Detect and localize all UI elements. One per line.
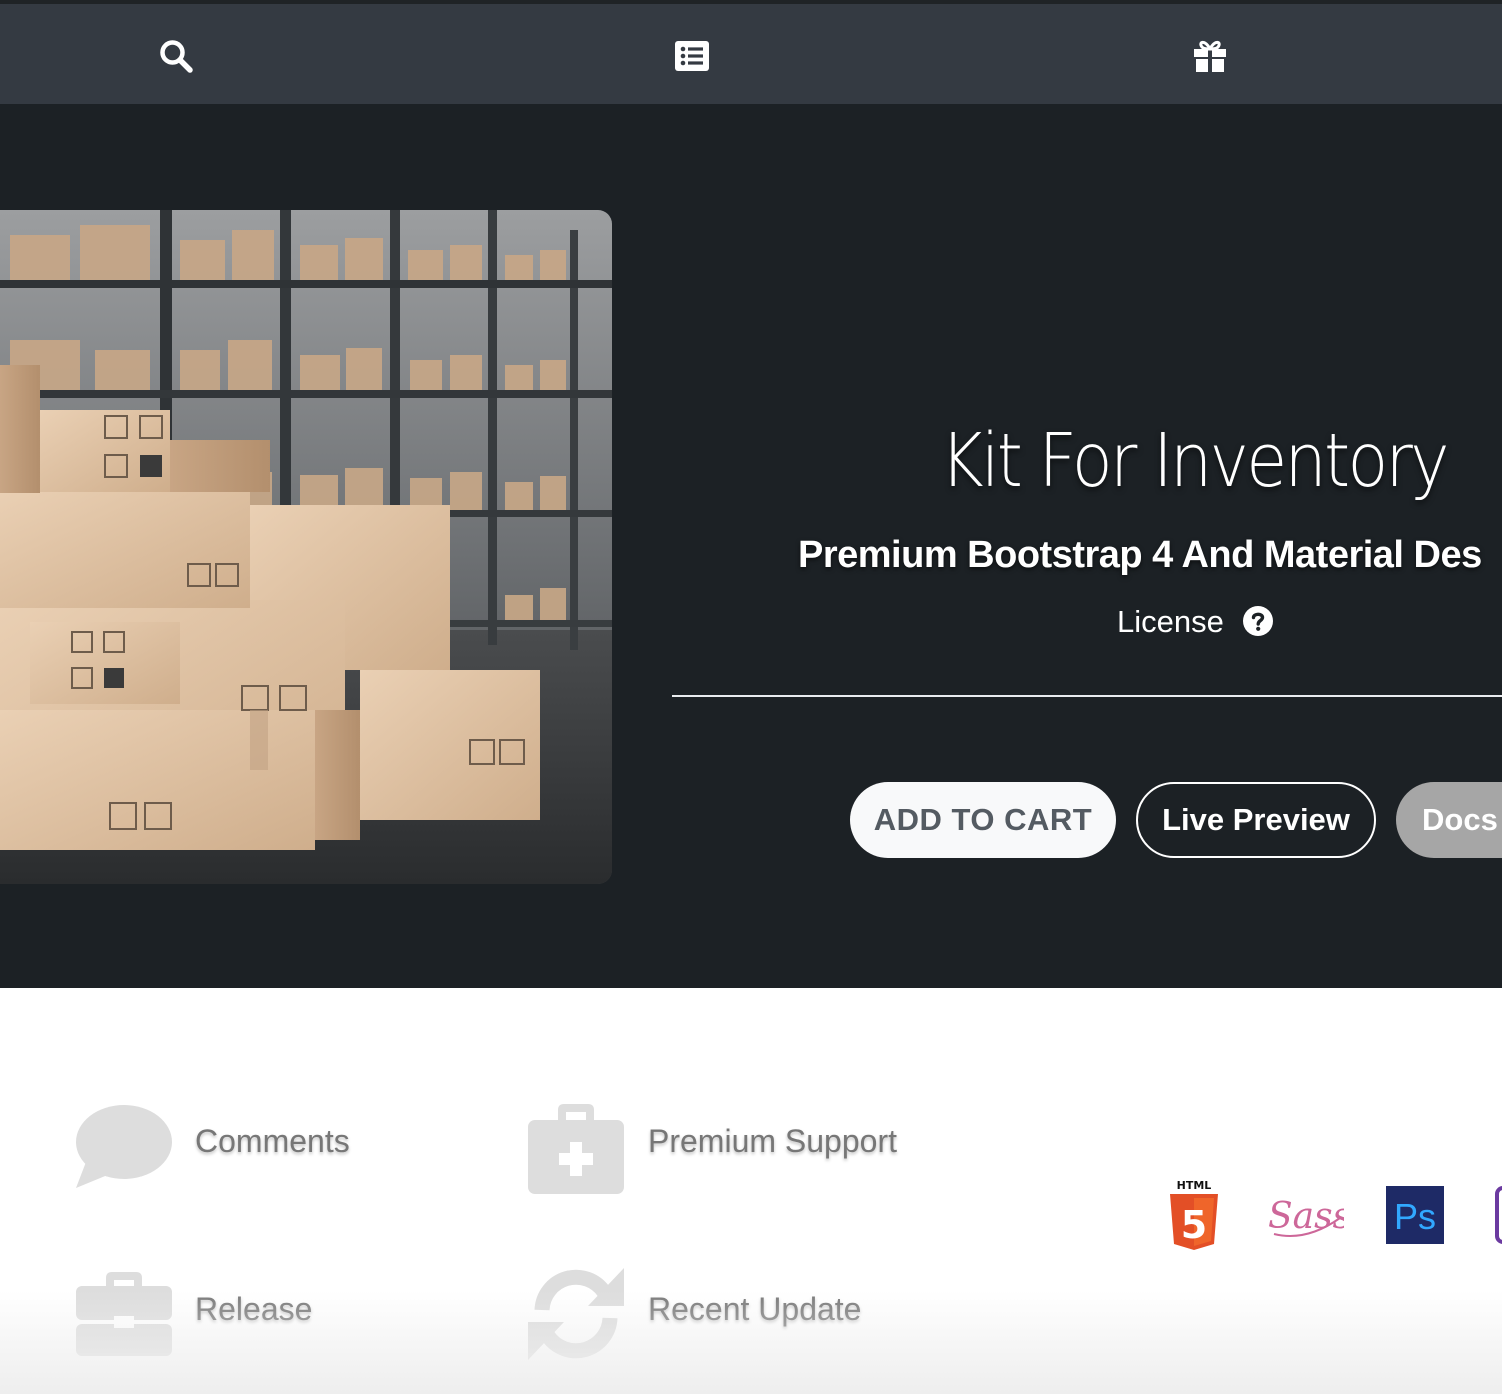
search-icon[interactable] [158, 38, 194, 74]
top-navbar [0, 4, 1502, 104]
product-subtitle: Premium Bootstrap 4 And Material Des [798, 534, 1482, 576]
html5-logo: HTML 5 [1168, 1178, 1220, 1257]
refresh-icon [528, 1266, 624, 1367]
hero-divider [672, 695, 1502, 697]
release-label: Release [195, 1291, 313, 1327]
comment-icon [76, 1104, 172, 1193]
sass-wordmark: Sass [1268, 1196, 1344, 1237]
briefcase-icon [76, 1272, 172, 1361]
gift-icon[interactable] [1192, 38, 1228, 74]
docs-button[interactable]: Docs [1396, 782, 1502, 858]
question-circle-icon[interactable] [1242, 605, 1274, 637]
photoshop-logo: Ps [1386, 1186, 1444, 1249]
medkit-icon [528, 1104, 624, 1199]
license-row: License [1117, 604, 1274, 638]
sass-logo: Sass [1266, 1184, 1351, 1249]
html5-glyph: 5 [1181, 1203, 1207, 1247]
comments-label: Comments [195, 1123, 350, 1159]
photoshop-glyph: Ps [1394, 1196, 1436, 1237]
partial-logo [1495, 1186, 1502, 1249]
recent-update-label: Recent Update [648, 1291, 862, 1327]
product-image-warehouse-boxes [0, 210, 612, 884]
hero-section: Kit For Inventory Premium Bootstrap 4 An… [0, 104, 1502, 988]
premium-support-label: Premium Support [648, 1123, 897, 1159]
list-icon[interactable] [674, 38, 710, 74]
license-label: License [1117, 603, 1224, 639]
html5-caption: HTML [1177, 1179, 1212, 1192]
live-preview-button[interactable]: Live Preview [1136, 782, 1376, 858]
product-title: Kit For Inventory [940, 418, 1450, 504]
add-to-cart-button[interactable]: ADD TO CART [850, 782, 1116, 858]
